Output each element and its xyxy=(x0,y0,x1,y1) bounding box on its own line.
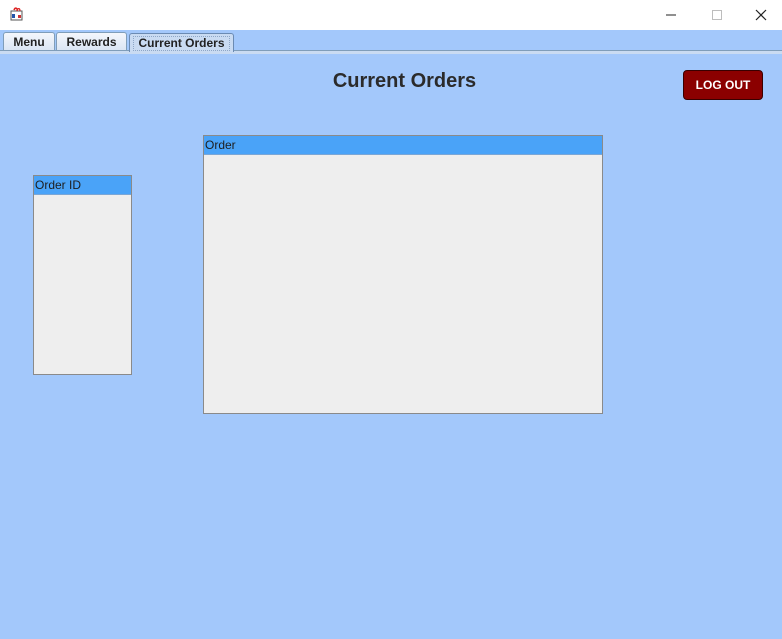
tab-rewards[interactable]: Rewards xyxy=(56,32,127,50)
close-button[interactable] xyxy=(738,0,782,30)
maximize-button[interactable] xyxy=(694,0,740,30)
tab-menu[interactable]: Menu xyxy=(3,32,55,50)
java-app-icon xyxy=(9,6,25,22)
order-table[interactable]: Order xyxy=(203,135,603,414)
minimize-button[interactable] xyxy=(648,0,694,30)
maximize-icon xyxy=(712,10,722,20)
page-title: Current Orders xyxy=(332,70,477,92)
order-id-column-header[interactable]: Order ID xyxy=(34,176,131,195)
order-column-header[interactable]: Order xyxy=(204,136,602,155)
order-id-table[interactable]: Order ID xyxy=(33,175,132,375)
minimize-icon xyxy=(666,14,676,16)
close-icon xyxy=(755,9,767,21)
logout-button[interactable]: LOG OUT xyxy=(683,70,763,100)
current-orders-panel: Current Orders LOG OUT Order ID Order xyxy=(2,54,781,638)
app-window: Menu Rewards Current Orders Current Orde… xyxy=(0,0,782,639)
title-bar xyxy=(0,0,782,30)
tab-current-orders[interactable]: Current Orders xyxy=(129,33,234,52)
tab-current-orders-label: Current Orders xyxy=(133,35,230,51)
